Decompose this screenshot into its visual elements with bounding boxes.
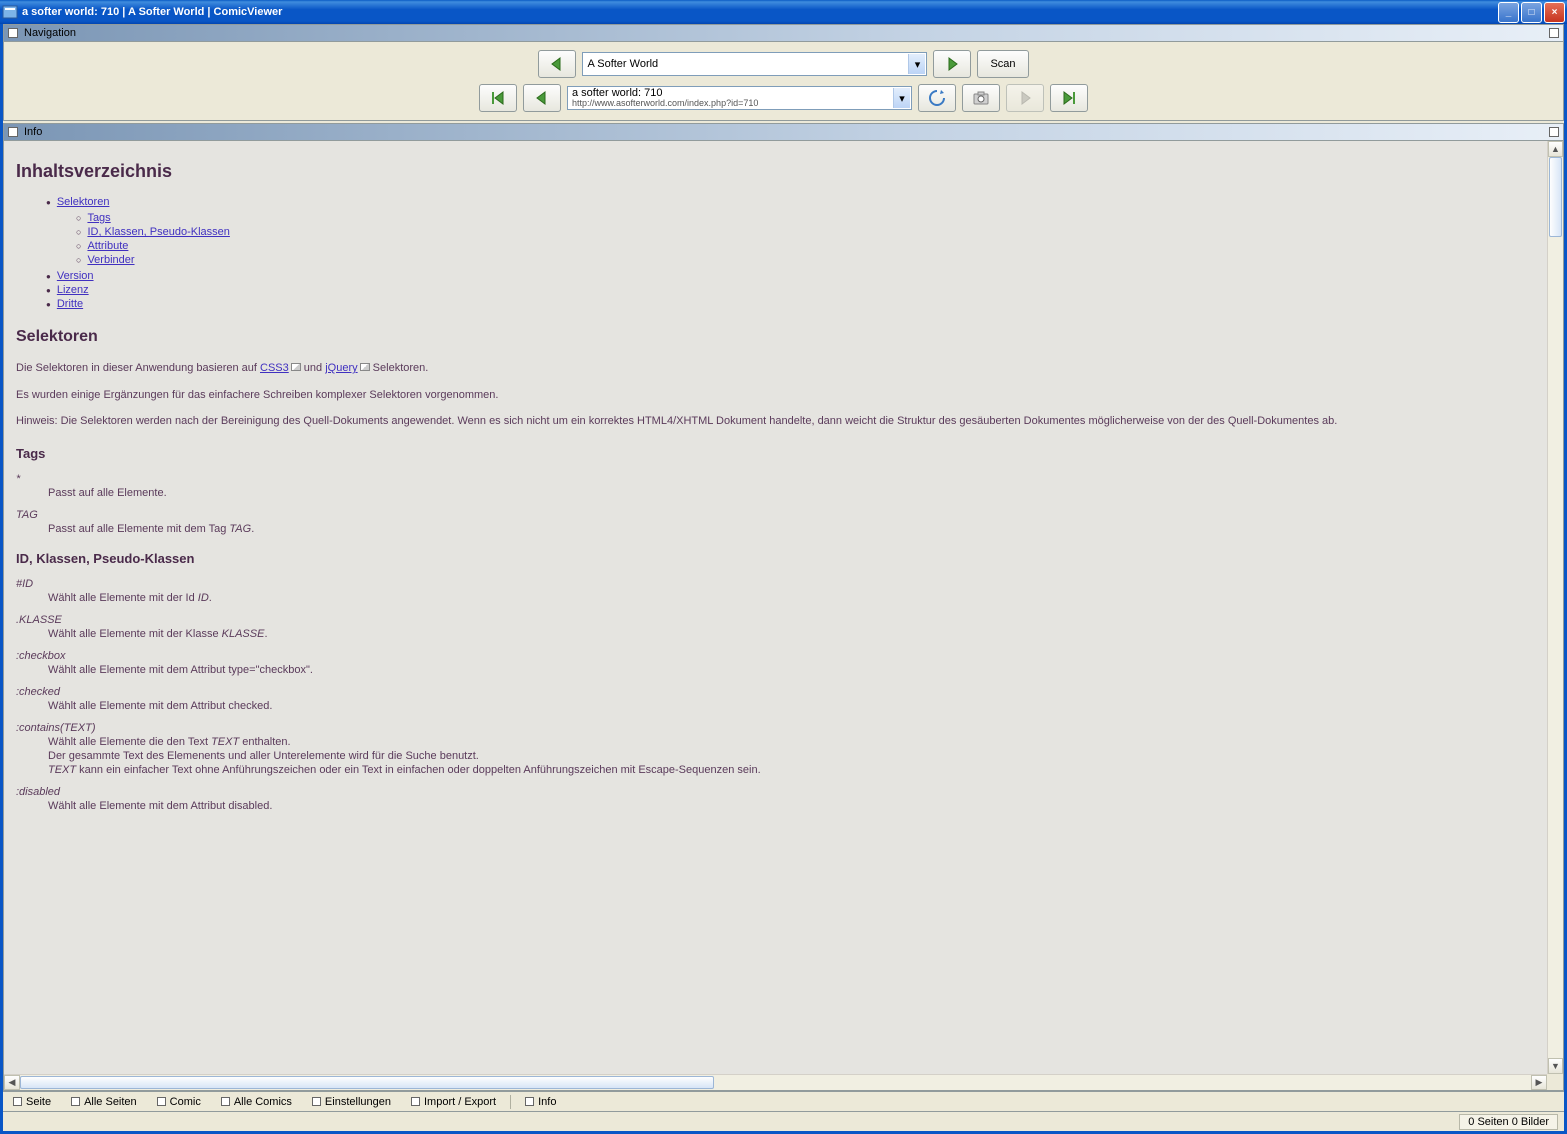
selektoren-p3: Hinweis: Die Selektoren werden nach der … xyxy=(16,413,1535,430)
toc-link-attribute[interactable]: Attribute xyxy=(87,240,128,252)
tab-box-icon xyxy=(221,1097,230,1106)
last-episode-button[interactable] xyxy=(1050,84,1088,112)
def-desc: Wählt alle Elemente mit dem Attribut typ… xyxy=(16,664,1535,676)
def-term: #ID xyxy=(16,578,1535,590)
jquery-link[interactable]: jQuery xyxy=(325,362,357,374)
def-desc: Wählt alle Elemente mit dem Attribut che… xyxy=(16,700,1535,712)
app-icon xyxy=(2,4,18,20)
def-desc: Der gesammte Text des Elemenents und all… xyxy=(16,750,1535,762)
prev-comic-button[interactable] xyxy=(538,50,576,78)
scan-button[interactable]: Scan xyxy=(977,50,1028,78)
vertical-scrollbar[interactable]: ▲ ▼ xyxy=(1547,141,1563,1074)
def-term: :checkbox xyxy=(16,650,1535,662)
def-term: :contains(TEXT) xyxy=(16,722,1535,734)
minimize-button[interactable]: _ xyxy=(1498,2,1519,23)
tab-box-icon xyxy=(71,1097,80,1106)
selektoren-heading: Selektoren xyxy=(16,328,1535,346)
def-desc: Wählt alle Elemente mit der Id ID. xyxy=(16,592,1535,604)
refresh-button[interactable] xyxy=(918,84,956,112)
navigation-panel-header: Navigation xyxy=(3,24,1564,42)
def-desc: Wählt alle Elemente die den Text TEXT en… xyxy=(16,736,1535,748)
episode-url: http://www.asofterworld.com/index.php?id… xyxy=(572,99,907,109)
def-term: :checked xyxy=(16,686,1535,698)
scroll-thumb[interactable] xyxy=(1549,157,1562,237)
idklassen-heading: ID, Klassen, Pseudo-Klassen xyxy=(16,551,1535,566)
info-panel-title: Info xyxy=(24,126,42,138)
toc-link-version[interactable]: Version xyxy=(57,270,94,282)
def-term: TAG xyxy=(16,509,1535,521)
toc-link-idklassen[interactable]: ID, Klassen, Pseudo-Klassen xyxy=(87,226,229,238)
external-link-icon xyxy=(360,363,370,371)
scroll-up-icon[interactable]: ▲ xyxy=(1548,141,1563,157)
panel-expand-icon[interactable] xyxy=(1549,28,1559,38)
panel-expand-icon[interactable] xyxy=(1549,127,1559,137)
status-bar: 0 Seiten 0 Bilder xyxy=(3,1111,1564,1131)
tab-seite[interactable]: Seite xyxy=(7,1096,57,1108)
def-desc: Passt auf alle Elemente mit dem Tag TAG. xyxy=(16,523,1535,535)
first-episode-button[interactable] xyxy=(479,84,517,112)
def-desc: TEXT kann ein einfacher Text ohne Anführ… xyxy=(16,764,1535,776)
info-panel-header: Info xyxy=(3,123,1564,141)
comic-selector-value: A Softer World xyxy=(587,58,658,70)
toc-link-tags[interactable]: Tags xyxy=(87,212,110,224)
tab-separator xyxy=(510,1095,511,1109)
window-title: a softer world: 710 | A Softer World | C… xyxy=(22,6,1498,18)
tab-bar: Seite Alle Seiten Comic Alle Comics Eins… xyxy=(3,1091,1564,1111)
selektoren-p2: Es wurden einige Ergänzungen für das ein… xyxy=(16,387,1535,404)
window-titlebar: a softer world: 710 | A Softer World | C… xyxy=(0,0,1567,24)
def-desc: Wählt alle Elemente mit dem Attribut dis… xyxy=(16,800,1535,812)
scroll-thumb[interactable] xyxy=(20,1076,714,1089)
tab-info[interactable]: Info xyxy=(519,1096,562,1108)
tags-heading: Tags xyxy=(16,446,1535,461)
dropdown-arrow-icon: ▾ xyxy=(893,88,910,108)
tab-alle-comics[interactable]: Alle Comics xyxy=(215,1096,298,1108)
next-comic-button[interactable] xyxy=(933,50,971,78)
def-desc: Wählt alle Elemente mit der Klasse KLASS… xyxy=(16,628,1535,640)
def-term: :disabled xyxy=(16,786,1535,798)
tab-box-icon xyxy=(157,1097,166,1106)
prev-episode-button[interactable] xyxy=(523,84,561,112)
toc-link-selektoren[interactable]: Selektoren xyxy=(57,196,110,208)
external-link-icon xyxy=(291,363,301,371)
panel-toggle-icon[interactable] xyxy=(8,127,18,137)
tab-box-icon xyxy=(525,1097,534,1106)
tab-box-icon xyxy=(411,1097,420,1106)
tab-box-icon xyxy=(13,1097,22,1106)
episode-selector[interactable]: a softer world: 710 http://www.asofterwo… xyxy=(567,86,912,110)
navigation-panel-title: Navigation xyxy=(24,27,76,39)
tab-alle-seiten[interactable]: Alle Seiten xyxy=(65,1096,143,1108)
tab-einstellungen[interactable]: Einstellungen xyxy=(306,1096,397,1108)
scroll-corner xyxy=(1547,1074,1563,1090)
selektoren-intro: Die Selektoren in dieser Anwendung basie… xyxy=(16,360,1535,377)
def-desc: Passt auf alle Elemente. xyxy=(16,487,1535,499)
info-content: Inhaltsverzeichnis Selektoren Tags ID, K… xyxy=(4,141,1547,1074)
dropdown-arrow-icon: ▾ xyxy=(908,54,925,74)
def-term: .KLASSE xyxy=(16,614,1535,626)
tab-box-icon xyxy=(312,1097,321,1106)
css3-link[interactable]: CSS3 xyxy=(260,362,289,374)
toc-heading: Inhaltsverzeichnis xyxy=(16,161,1535,182)
snapshot-button[interactable] xyxy=(962,84,1000,112)
tab-comic[interactable]: Comic xyxy=(151,1096,207,1108)
toc-link-verbinder[interactable]: Verbinder xyxy=(87,254,134,266)
scroll-right-icon[interactable]: ▶ xyxy=(1531,1075,1547,1090)
navigation-toolbar: A Softer World ▾ Scan a softer world: 71… xyxy=(3,42,1564,121)
tab-import-export[interactable]: Import / Export xyxy=(405,1096,502,1108)
close-button[interactable]: × xyxy=(1544,2,1565,23)
maximize-button[interactable]: □ xyxy=(1521,2,1542,23)
status-text: 0 Seiten 0 Bilder xyxy=(1459,1114,1558,1130)
panel-toggle-icon[interactable] xyxy=(8,28,18,38)
next-episode-button xyxy=(1006,84,1044,112)
scroll-down-icon[interactable]: ▼ xyxy=(1548,1058,1563,1074)
scroll-left-icon[interactable]: ◀ xyxy=(4,1075,20,1090)
def-term: * xyxy=(16,473,1535,485)
comic-selector[interactable]: A Softer World ▾ xyxy=(582,52,927,76)
toc-link-dritte[interactable]: Dritte xyxy=(57,298,83,310)
toc-link-lizenz[interactable]: Lizenz xyxy=(57,284,89,296)
horizontal-scrollbar[interactable]: ◀ ▶ xyxy=(4,1074,1547,1090)
